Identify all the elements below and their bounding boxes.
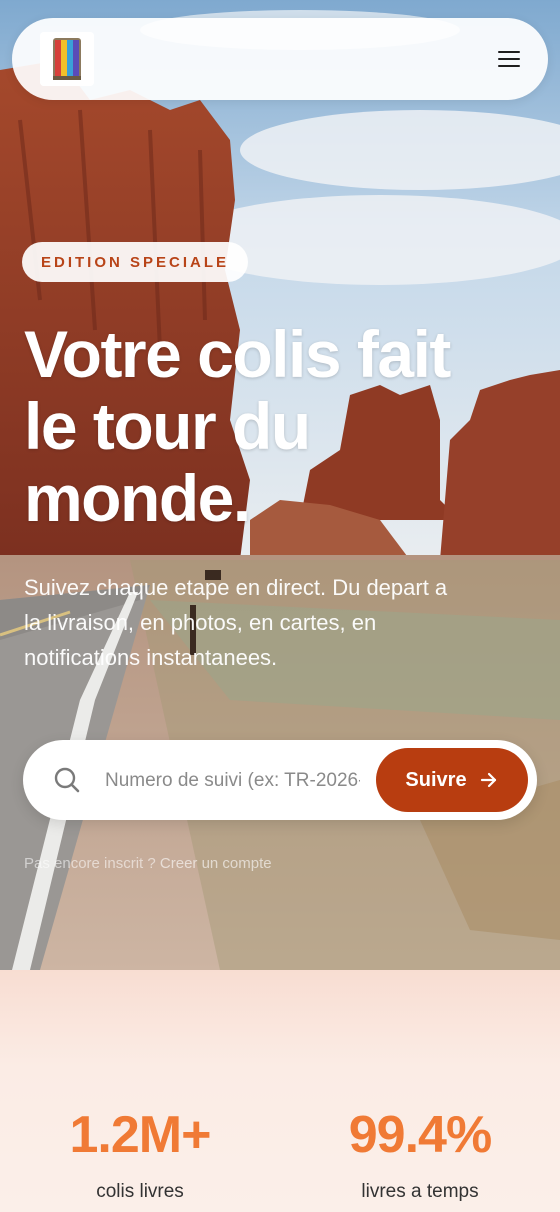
subtitle-line: Suivez chaque etape en direct. Du depart… <box>24 575 448 600</box>
colorful-book-logo[interactable] <box>40 32 94 86</box>
signup-prompt: Pas encore inscrit ? Creer un compte <box>24 855 272 872</box>
stat-value: 1.2M+ <box>69 1106 212 1164</box>
hamburger-menu-icon[interactable] <box>496 46 522 72</box>
headline-line: le tour du <box>24 389 311 463</box>
stat-on-time: 99.4% livres a temps <box>300 1105 540 1203</box>
stat-label: livres a temps <box>361 1181 479 1202</box>
track-submit-button[interactable]: Suivre <box>376 748 528 812</box>
hero-headline: Votre colis fait le tour du monde. <box>24 318 544 534</box>
headline-line: Votre colis fait <box>24 317 451 391</box>
menu-line <box>498 57 520 61</box>
signup-prefix: Pas encore inscrit ? <box>24 855 160 872</box>
menu-line <box>498 50 520 54</box>
top-navigation-bar <box>12 18 548 100</box>
stat-label: colis livres <box>96 1181 184 1202</box>
tracking-search-bar: Suivre <box>23 740 537 820</box>
menu-line <box>498 64 520 68</box>
edition-badge: EDITION SPECIALE <box>22 242 249 282</box>
hero-section: EDITION SPECIALE Votre colis fait le tou… <box>0 0 560 970</box>
track-submit-label: Suivre <box>405 768 467 791</box>
logo-image <box>40 32 94 86</box>
search-icon <box>54 767 80 793</box>
hero-subtitle: Suivez chaque etape en direct. Du depart… <box>24 570 544 675</box>
tracking-number-input[interactable] <box>103 760 362 802</box>
subtitle-line: notifications instantanees. <box>24 645 278 670</box>
arrow-right-icon <box>480 772 496 788</box>
headline-line: monde. <box>24 461 251 535</box>
stat-delivered: 1.2M+ colis livres <box>20 1105 260 1203</box>
stat-value: 99.4% <box>348 1106 492 1164</box>
create-account-link[interactable]: Creer un compte <box>160 855 272 872</box>
subtitle-line: la livraison, en photos, en cartes, en <box>24 610 377 635</box>
